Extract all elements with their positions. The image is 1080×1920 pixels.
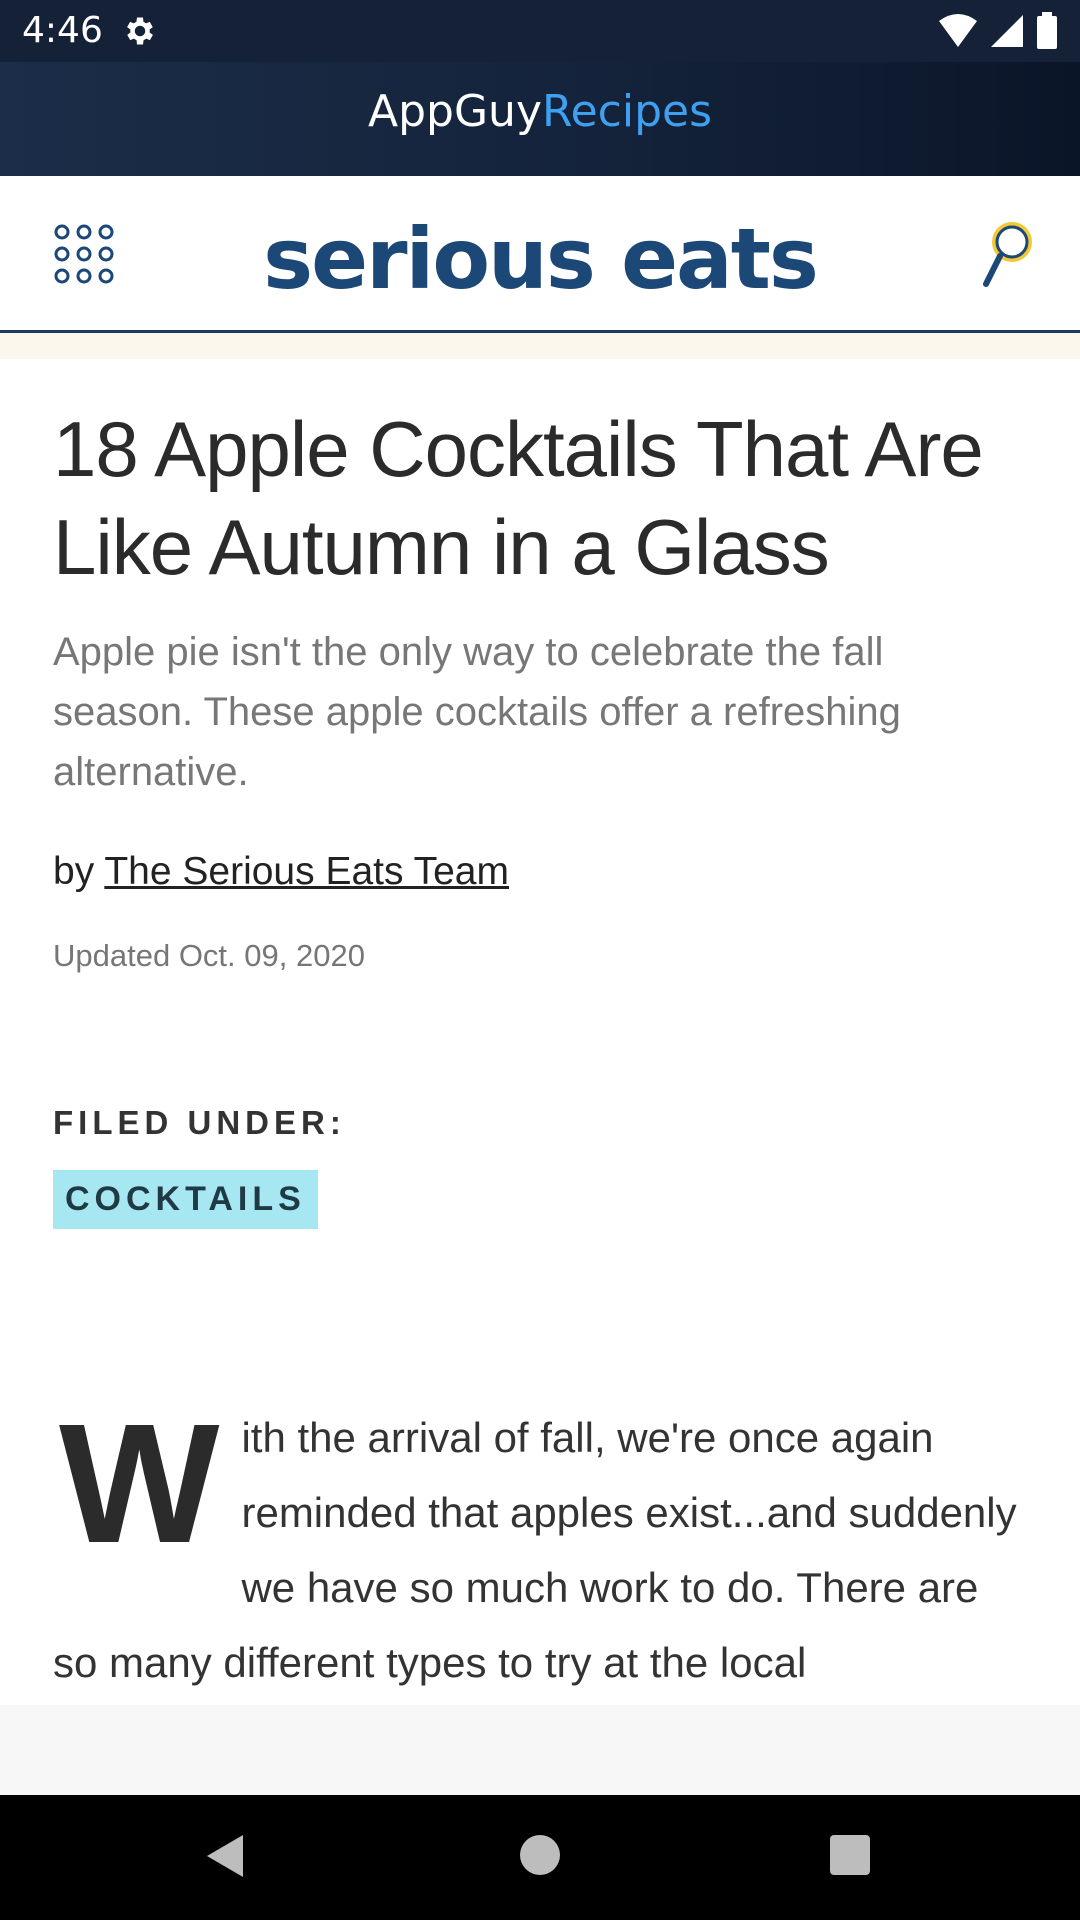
search-icon[interactable] [980,218,1036,290]
status-time: 4:46 [22,10,103,51]
signal-icon [991,15,1023,47]
site-header: serious eats [0,176,1080,333]
app-bar: AppGuyRecipes [0,62,1080,176]
filed-under-label: FILED UNDER: [53,1104,346,1141]
app-title-part1: AppGuy [368,86,542,137]
app-title: AppGuyRecipes [0,86,1080,137]
home-icon[interactable] [520,1835,560,1875]
header-divider-strip [0,333,1080,359]
site-logo[interactable]: serious eats [0,210,1080,308]
updated-date: Updated Oct. 09, 2020 [53,938,365,973]
recents-icon[interactable] [830,1835,870,1875]
article-dek: Apple pie isn't the only way to celebrat… [53,630,901,794]
system-nav-bar [0,1795,1080,1920]
article-header: 18 Apple Cocktails That Are Like Autumn … [53,400,1033,1229]
article-headline: 18 Apple Cocktails That Are Like Autumn … [53,405,984,591]
back-icon[interactable] [205,1833,245,1879]
app-title-part2: Recipes [541,86,712,137]
byline: by The Serious Eats Team [53,850,1033,894]
gear-icon [127,17,153,45]
tag-cocktails[interactable]: COCKTAILS [53,1170,318,1229]
status-bar: 4:46 [0,0,1080,62]
byline-prefix: by [53,850,95,893]
wifi-icon [939,14,977,47]
article-body: W ith the arrival of fall, we're once ag… [53,1389,1033,1700]
dropcap: W [59,1389,220,1579]
author-link[interactable]: The Serious Eats Team [104,850,509,893]
bottom-band [0,1705,1080,1795]
battery-icon [1037,12,1057,49]
